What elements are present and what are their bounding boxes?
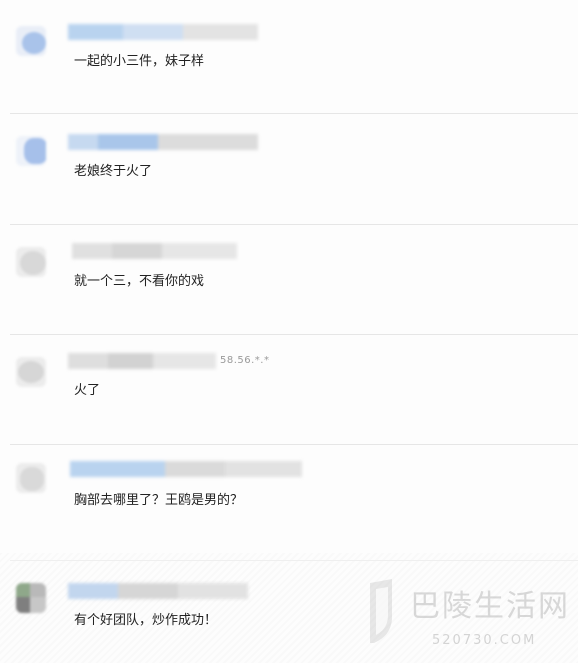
- comment-text: 一起的小三件，妹子样: [74, 54, 205, 69]
- avatar[interactable]: [16, 463, 46, 493]
- comment-item: 一起的小三件，妹子样: [0, 0, 578, 110]
- avatar[interactable]: [16, 26, 46, 56]
- avatar[interactable]: [16, 583, 46, 613]
- comment-text: 火了: [74, 383, 101, 398]
- username-redacted[interactable]: [68, 583, 248, 599]
- comment-item: 老娘终于火了: [0, 114, 578, 224]
- comment-item: 就一个三，不看你的戏: [0, 225, 578, 335]
- username-redacted[interactable]: [68, 134, 258, 150]
- ip-address: 58.56.*.*: [220, 355, 270, 366]
- comment-item: 胸部去哪里了？王鸥是男的？: [0, 445, 578, 555]
- comment-text: 就一个三，不看你的戏: [74, 274, 205, 289]
- username-redacted[interactable]: [68, 353, 216, 369]
- comment-item: 有个好团队，炒作成功！: [0, 561, 578, 663]
- comment-text: 有个好团队，炒作成功！: [74, 613, 218, 628]
- avatar[interactable]: [16, 247, 46, 277]
- comment-text: 胸部去哪里了？王鸥是男的？: [74, 493, 244, 508]
- username-redacted[interactable]: [72, 243, 237, 259]
- username-redacted[interactable]: [68, 24, 258, 40]
- avatar[interactable]: [16, 357, 46, 387]
- avatar[interactable]: [16, 136, 46, 166]
- comment-text: 老娘终于火了: [74, 164, 153, 179]
- comment-item: 58.56.*.* 火了: [0, 335, 578, 445]
- comment-feed: 一起的小三件，妹子样 老娘终于火了 就一个三，不看你的戏 58.56.*.* 火…: [0, 0, 578, 663]
- username-redacted[interactable]: [70, 461, 302, 477]
